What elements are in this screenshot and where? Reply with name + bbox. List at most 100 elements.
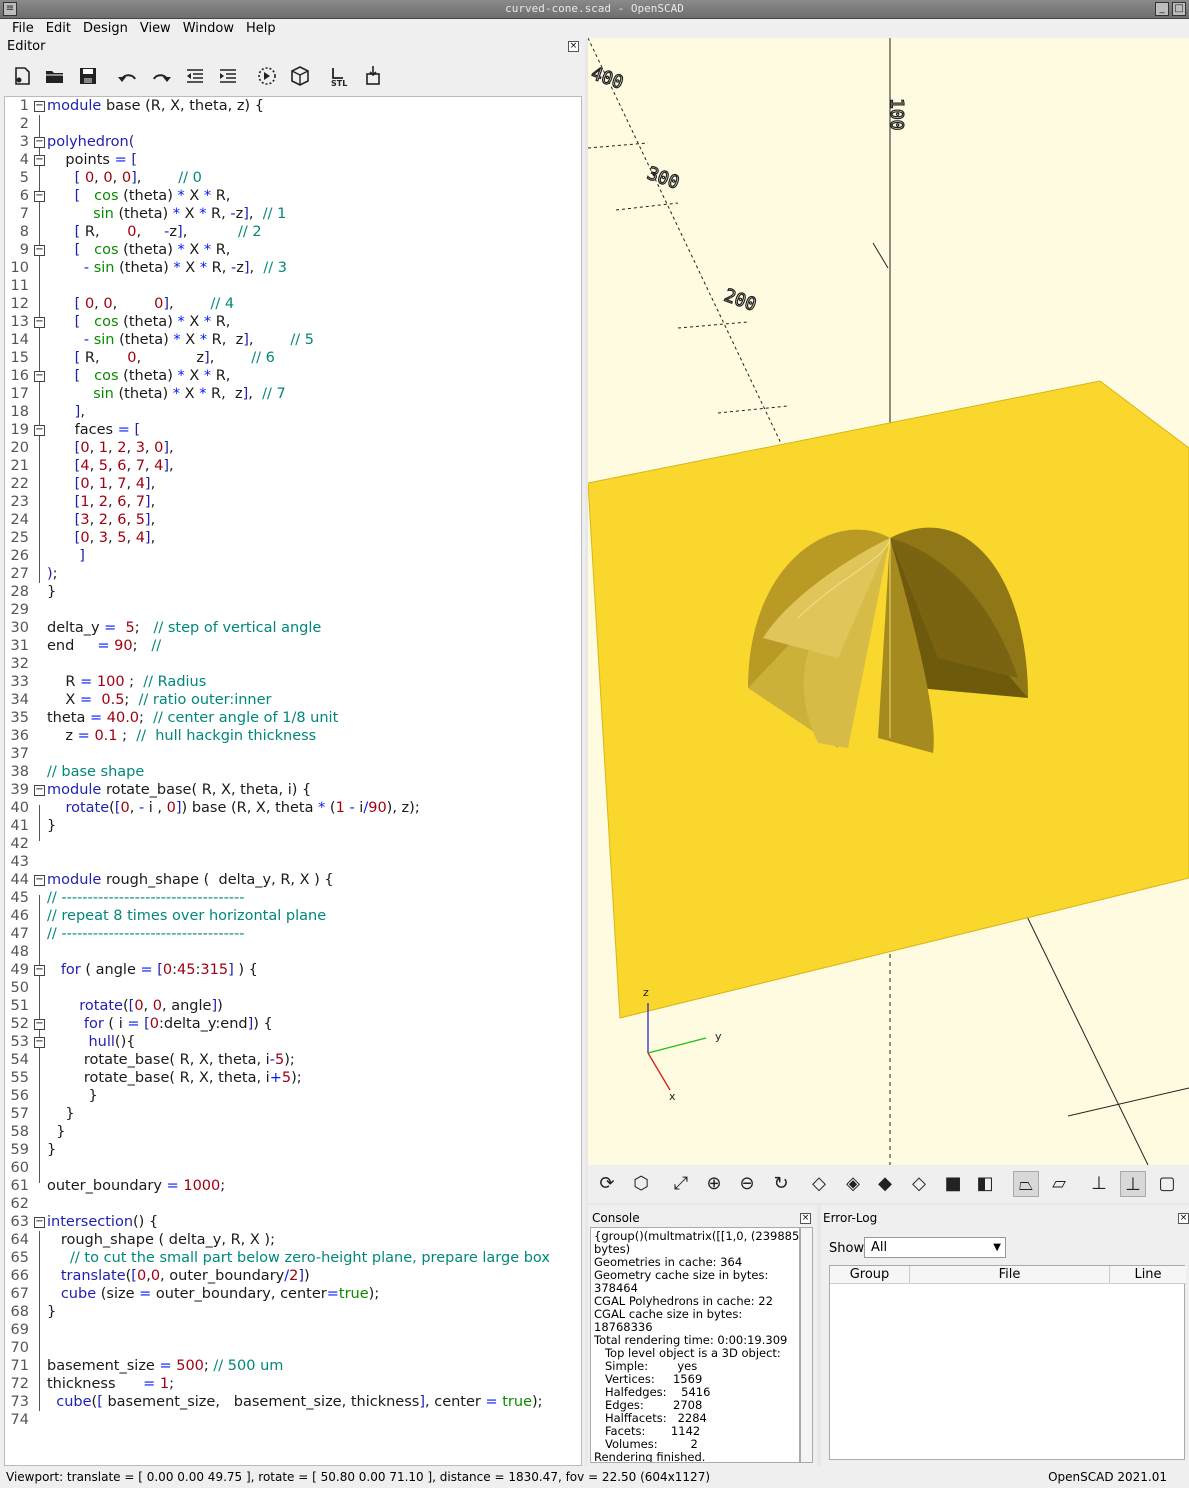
fold-toggle-icon[interactable]: −: [34, 1217, 45, 1228]
code-line[interactable]: 16− [ cos (theta) * X * R,: [5, 367, 581, 385]
code-line[interactable]: 2: [5, 115, 581, 133]
menu-design[interactable]: Design: [77, 19, 134, 38]
code-line[interactable]: 35 theta = 40.0; // center angle of 1/8 u…: [5, 709, 581, 727]
code-line[interactable]: 10 - sin (theta) * X * R, -z], // 3: [5, 259, 581, 277]
code-line[interactable]: 61 outer_boundary = 1000;: [5, 1177, 581, 1195]
code-line[interactable]: 37: [5, 745, 581, 763]
code-line[interactable]: 65 // to cut the small part below zero-h…: [5, 1249, 581, 1267]
code-line[interactable]: 72 thickness = 1;: [5, 1375, 581, 1393]
export-stl-icon[interactable]: STL: [328, 64, 352, 88]
undo-icon[interactable]: [116, 64, 140, 88]
code-line[interactable]: 55 rotate_base( R, X, theta, i+5);: [5, 1069, 581, 1087]
fold-toggle-icon[interactable]: −: [34, 371, 45, 382]
console-close-icon[interactable]: ×: [800, 1213, 811, 1224]
code-line[interactable]: 21 [4, 5, 6, 7, 4],: [5, 457, 581, 475]
code-line[interactable]: 64 rough_shape ( delta_y, R, X );: [5, 1231, 581, 1249]
code-line[interactable]: 54 rotate_base( R, X, theta, i-5);: [5, 1051, 581, 1069]
code-line[interactable]: 23 [1, 2, 6, 7],: [5, 493, 581, 511]
minimize-icon[interactable]: _: [1155, 2, 1169, 16]
fold-toggle-icon[interactable]: −: [34, 785, 45, 796]
open-icon[interactable]: [43, 64, 67, 88]
view-top-icon[interactable]: ◈: [840, 1171, 866, 1197]
code-line[interactable]: 38 // base shape: [5, 763, 581, 781]
code-line[interactable]: 30 delta_y = 5; // step of vertical angle: [5, 619, 581, 637]
reset-view-icon[interactable]: ↻: [768, 1171, 794, 1197]
code-line[interactable]: 50: [5, 979, 581, 997]
code-line[interactable]: 3− polyhedron(: [5, 133, 581, 151]
code-line[interactable]: 70: [5, 1339, 581, 1357]
zoom-in-icon[interactable]: ⊕: [701, 1171, 727, 1197]
column-header-line[interactable]: Line: [1110, 1266, 1186, 1284]
code-line[interactable]: 43: [5, 853, 581, 871]
column-header-file[interactable]: File: [910, 1266, 1110, 1284]
fold-toggle-icon[interactable]: −: [34, 1019, 45, 1030]
code-line[interactable]: 40 rotate([0, - i , 0]) base (R, X, thet…: [5, 799, 581, 817]
show-filter-select[interactable]: All ▼: [864, 1237, 1006, 1258]
preview-icon[interactable]: [255, 64, 279, 88]
code-line[interactable]: 12 [ 0, 0, 0], // 4: [5, 295, 581, 313]
code-line[interactable]: 17 sin (theta) * X * R, z], // 7: [5, 385, 581, 403]
perspective-icon[interactable]: ⏢: [1013, 1171, 1039, 1197]
code-line[interactable]: 48: [5, 943, 581, 961]
code-line[interactable]: 74: [5, 1411, 581, 1429]
code-line[interactable]: 44− module rough_shape ( delta_y, R, X ) …: [5, 871, 581, 889]
zoom-out-icon[interactable]: ⊖: [734, 1171, 760, 1197]
menu-file[interactable]: File: [6, 19, 40, 38]
error-table[interactable]: Group File Line: [829, 1265, 1186, 1460]
code-line[interactable]: 19− faces = [: [5, 421, 581, 439]
code-line[interactable]: 24 [3, 2, 6, 5],: [5, 511, 581, 529]
zoom-all-icon[interactable]: ⤢: [668, 1171, 694, 1197]
code-line[interactable]: 9− [ cos (theta) * X * R,: [5, 241, 581, 259]
menu-help[interactable]: Help: [240, 19, 282, 38]
code-line[interactable]: 67 cube (size = outer_boundary, center=t…: [5, 1285, 581, 1303]
code-line[interactable]: 36 z = 0.1 ; // hull hackgin thickness: [5, 727, 581, 745]
fold-toggle-icon[interactable]: −: [34, 317, 45, 328]
save-icon[interactable]: [76, 64, 100, 88]
code-line[interactable]: 53− hull(){: [5, 1033, 581, 1051]
fold-toggle-icon[interactable]: −: [34, 245, 45, 256]
indent-icon[interactable]: [216, 64, 240, 88]
code-line[interactable]: 47 // -----------------------------------: [5, 925, 581, 943]
code-line[interactable]: 45 // -----------------------------------: [5, 889, 581, 907]
preview-icon[interactable]: ⟳: [594, 1171, 620, 1197]
code-line[interactable]: 29: [5, 601, 581, 619]
code-line[interactable]: 57 }: [5, 1105, 581, 1123]
fold-toggle-icon[interactable]: −: [34, 137, 45, 148]
code-line[interactable]: 14 - sin (theta) * X * R, z], // 5: [5, 331, 581, 349]
view-back-icon[interactable]: ◧: [972, 1171, 998, 1197]
orthogonal-icon[interactable]: ▱: [1046, 1171, 1072, 1197]
fold-toggle-icon[interactable]: −: [34, 875, 45, 886]
code-line[interactable]: 7 sin (theta) * X * R, -z], // 1: [5, 205, 581, 223]
fold-toggle-icon[interactable]: −: [34, 155, 45, 166]
fold-toggle-icon[interactable]: −: [34, 965, 45, 976]
code-line[interactable]: 49− for ( angle = [0:45:315] ) {: [5, 961, 581, 979]
code-editor[interactable]: 1− module base (R, X, theta, z) {2 3− polyh…: [4, 96, 582, 1466]
code-line[interactable]: 56 }: [5, 1087, 581, 1105]
code-line[interactable]: 52− for ( i = [0:delta_y:end]) {: [5, 1015, 581, 1033]
code-line[interactable]: 5 [ 0, 0, 0], // 0: [5, 169, 581, 187]
code-line[interactable]: 66 translate([0,0, outer_boundary/2]): [5, 1267, 581, 1285]
code-line[interactable]: 6− [ cos (theta) * X * R,: [5, 187, 581, 205]
unindent-icon[interactable]: [183, 64, 207, 88]
fold-toggle-icon[interactable]: −: [34, 101, 45, 112]
menu-window[interactable]: Window: [177, 19, 240, 38]
code-line[interactable]: 4− points = [: [5, 151, 581, 169]
fold-toggle-icon[interactable]: −: [34, 1037, 45, 1048]
code-line[interactable]: 73 cube([ basement_size, basement_size, …: [5, 1393, 581, 1411]
show-scale-icon[interactable]: ⊥: [1120, 1171, 1146, 1197]
3d-viewport[interactable]: 400 300 200 100 z y x: [588, 38, 1189, 1165]
code-line[interactable]: 26 ]: [5, 547, 581, 565]
code-line[interactable]: 31 end = 90; //: [5, 637, 581, 655]
code-line[interactable]: 34 X = 0.5; // ratio outer:inner: [5, 691, 581, 709]
redo-icon[interactable]: [149, 64, 173, 88]
render-icon[interactable]: [288, 64, 312, 88]
column-header-group[interactable]: Group: [830, 1266, 910, 1284]
code-line[interactable]: 41}: [5, 817, 581, 835]
show-edges-icon[interactable]: ▢: [1154, 1171, 1180, 1197]
code-line[interactable]: 51 rotate([0, 0, angle]): [5, 997, 581, 1015]
code-line[interactable]: 58 }: [5, 1123, 581, 1141]
view-right-icon[interactable]: ◇: [806, 1171, 832, 1197]
fold-toggle-icon[interactable]: −: [34, 191, 45, 202]
code-line[interactable]: 18 ],: [5, 403, 581, 421]
code-line[interactable]: 69: [5, 1321, 581, 1339]
